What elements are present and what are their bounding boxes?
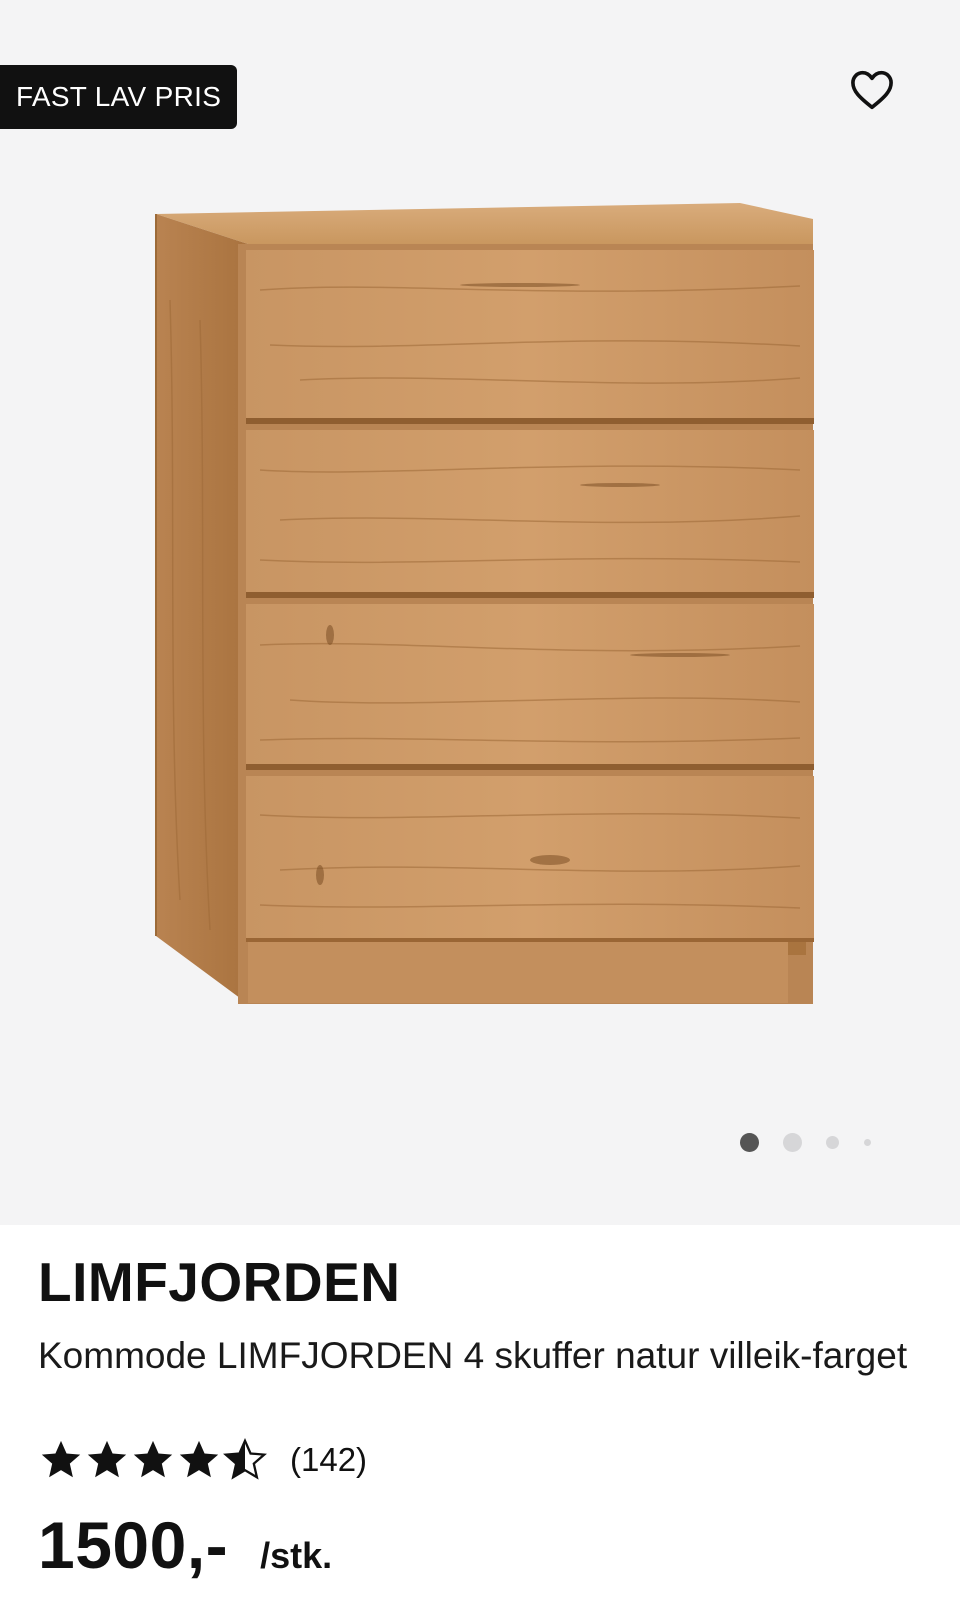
star-half-icon: [223, 1437, 267, 1480]
carousel-dot-1[interactable]: [740, 1133, 759, 1152]
rating[interactable]: (142): [38, 1437, 367, 1483]
star-full-icon: [87, 1440, 127, 1478]
star-full-icon: [133, 1440, 173, 1478]
price-row: 1500,- /stk.: [38, 1507, 332, 1583]
product-gallery[interactable]: FAST LAV PRIS: [0, 0, 960, 1225]
product-brand: LIMFJORDEN: [38, 1251, 401, 1313]
product-image: [155, 203, 814, 1004]
carousel-dot-2[interactable]: [783, 1133, 802, 1152]
star-full-icon: [41, 1440, 81, 1478]
star-full-icon: [179, 1440, 219, 1478]
favorite-button[interactable]: [848, 66, 896, 114]
drawer-fronts: [246, 250, 814, 942]
carousel-indicator[interactable]: [740, 1130, 900, 1154]
rating-count[interactable]: (142): [290, 1441, 367, 1479]
price: 1500,-: [38, 1508, 229, 1582]
fast-lav-pris-badge: FAST LAV PRIS: [0, 65, 238, 129]
carousel-dot-3[interactable]: [826, 1136, 839, 1149]
rating-stars: [38, 1437, 268, 1483]
product-description: Kommode LIMFJORDEN 4 skuffer natur ville…: [38, 1335, 908, 1376]
product-info: LIMFJORDEN Kommode LIMFJORDEN 4 skuffer …: [0, 1225, 960, 1602]
heart-outline-icon: [851, 70, 893, 110]
carousel-dot-4[interactable]: [864, 1139, 871, 1146]
price-unit: /stk.: [260, 1535, 333, 1576]
